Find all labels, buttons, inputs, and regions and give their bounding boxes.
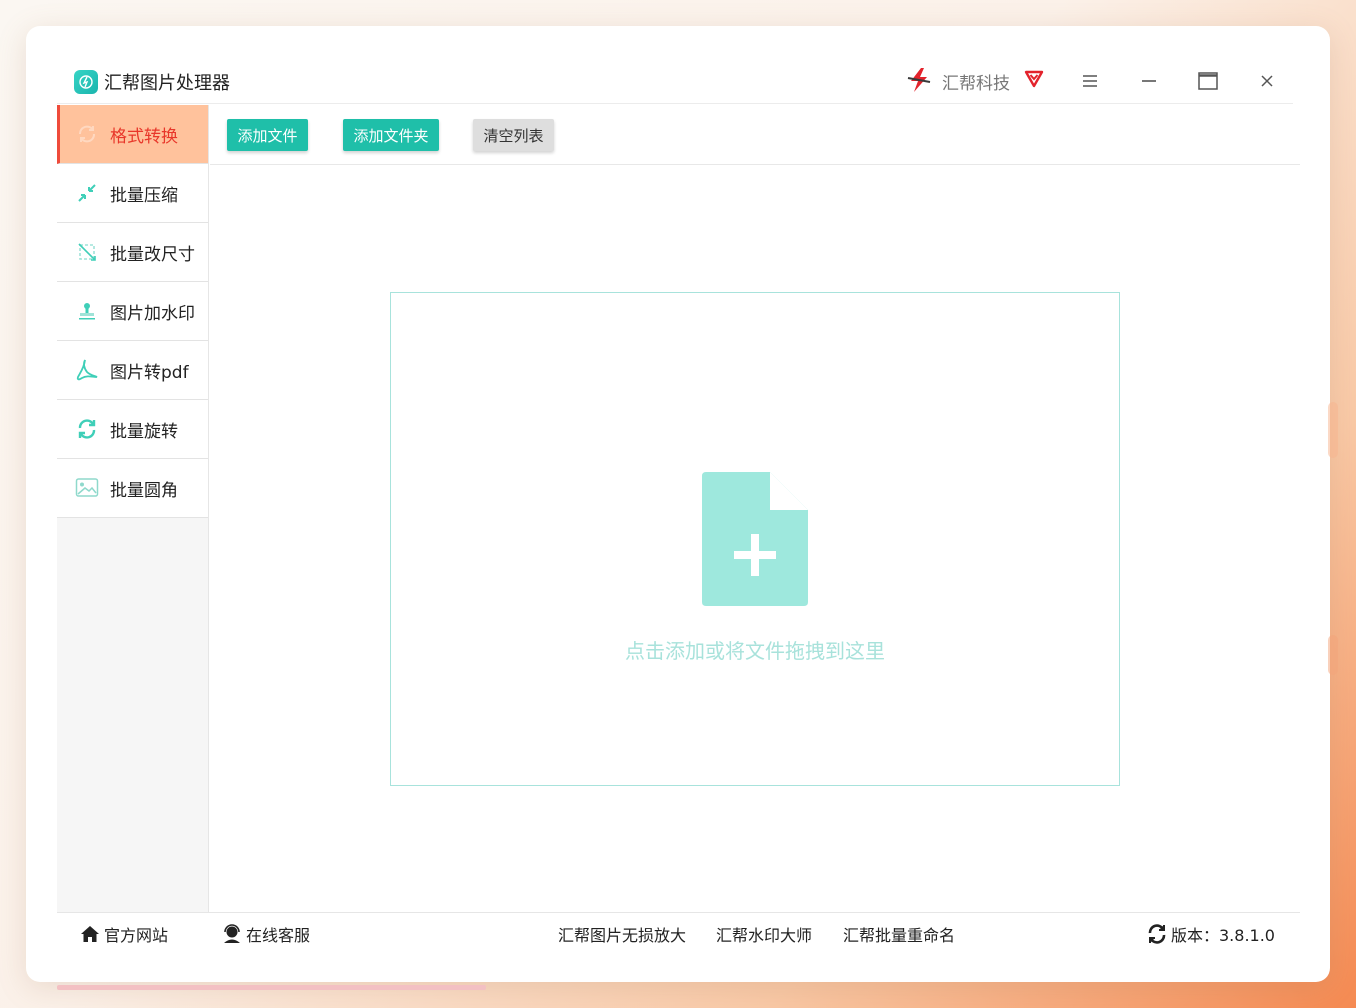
brand-name: 汇帮科技 <box>942 74 1010 94</box>
close-icon <box>1261 75 1273 87</box>
sidebar-item-label: 图片加水印 <box>110 303 195 324</box>
close-button[interactable] <box>1252 66 1282 96</box>
clear-list-button[interactable]: 清空列表 <box>473 119 554 151</box>
sidebar-item-watermark[interactable]: 图片加水印 <box>57 282 208 341</box>
minimize-icon <box>1142 80 1156 82</box>
sidebar-item-batch-round-corner[interactable]: 批量圆角 <box>57 459 208 518</box>
sidebar-item-label: 批量圆角 <box>110 480 178 501</box>
online-service-label: 在线客服 <box>246 926 311 945</box>
add-file-icon <box>702 472 808 606</box>
stamp-icon <box>75 299 99 323</box>
footer-bar: 官方网站 在线客服 汇帮图片无损放大 汇帮水印大师 汇帮批量重命名 版本：3.8… <box>57 912 1300 954</box>
app-logo-icon <box>74 70 98 94</box>
background-decoration <box>1328 402 1338 458</box>
menu-icon <box>1083 75 1097 87</box>
image-round-icon <box>75 476 99 500</box>
sidebar-item-label: 批量改尺寸 <box>110 244 195 265</box>
add-folder-button[interactable]: 添加文件夹 <box>343 119 439 151</box>
link-lossless-enlarge[interactable]: 汇帮图片无损放大 <box>558 922 686 946</box>
link-watermark-master[interactable]: 汇帮水印大师 <box>716 922 812 946</box>
sidebar: 格式转换 批量压缩 批量改尺寸 图片加水印 图片转pdf 批量旋转 批量圆角 <box>57 105 209 912</box>
file-drop-zone[interactable]: 点击添加或将文件拖拽到这里 <box>390 292 1120 786</box>
maximize-button[interactable] <box>1193 66 1223 96</box>
drop-hint-text: 点击添加或将文件拖拽到这里 <box>625 639 885 663</box>
version-info: 版本：3.8.1.0 <box>1147 922 1275 946</box>
official-site-label: 官方网站 <box>104 926 169 945</box>
link-batch-rename[interactable]: 汇帮批量重命名 <box>843 922 955 946</box>
version-label: 版本：3.8.1.0 <box>1171 926 1275 945</box>
add-file-button[interactable]: 添加文件 <box>227 119 308 151</box>
sidebar-item-batch-rotate[interactable]: 批量旋转 <box>57 400 208 459</box>
title-bar: 汇帮图片处理器 汇帮科技 <box>57 54 1293 104</box>
maximize-icon <box>1198 72 1218 90</box>
background-decoration <box>1328 635 1338 675</box>
customer-service-icon <box>222 924 242 944</box>
compress-icon <box>75 181 99 205</box>
refresh-icon[interactable] <box>1147 924 1167 944</box>
online-service-link[interactable]: 在线客服 <box>222 922 310 946</box>
sidebar-item-batch-resize[interactable]: 批量改尺寸 <box>57 223 208 282</box>
sidebar-item-label: 批量旋转 <box>110 421 178 442</box>
sidebar-item-label: 格式转换 <box>110 126 178 147</box>
app-content: 汇帮图片处理器 汇帮科技 格式转换 批量压缩 批量改尺寸 图片加水印 图片转pd… <box>57 54 1300 954</box>
sidebar-item-label: 图片转pdf <box>110 362 189 383</box>
resize-icon <box>75 240 99 264</box>
home-icon <box>80 924 100 944</box>
loading-bar <box>57 985 486 990</box>
official-site-link[interactable]: 官方网站 <box>80 922 168 946</box>
pdf-icon <box>75 358 99 382</box>
sidebar-item-format-convert[interactable]: 格式转换 <box>57 105 208 164</box>
app-title: 汇帮图片处理器 <box>104 73 230 94</box>
brand-logo-icon <box>905 66 933 94</box>
app-window: 汇帮图片处理器 汇帮科技 格式转换 批量压缩 批量改尺寸 图片加水印 图片转pd… <box>26 26 1330 982</box>
vip-icon[interactable] <box>1023 67 1045 89</box>
sidebar-item-label: 批量压缩 <box>110 185 178 206</box>
menu-button[interactable] <box>1075 66 1105 96</box>
rotate-icon <box>75 417 99 441</box>
sidebar-item-image-to-pdf[interactable]: 图片转pdf <box>57 341 208 400</box>
sidebar-item-batch-compress[interactable]: 批量压缩 <box>57 164 208 223</box>
minimize-button[interactable] <box>1134 66 1164 96</box>
toolbar: 添加文件 添加文件夹 清空列表 <box>210 105 1300 165</box>
convert-icon <box>75 122 99 146</box>
